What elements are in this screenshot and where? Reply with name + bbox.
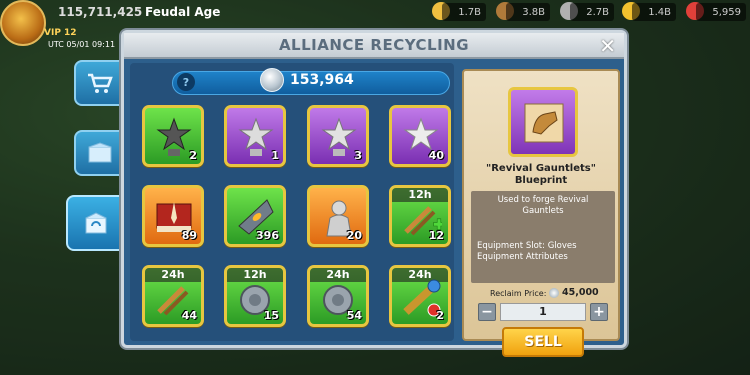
item-count: 40 [428, 149, 444, 162]
item-gem-shard[interactable]: 396 [224, 185, 286, 247]
item-description-box: Used to forge Revival Gauntlets Equipmen… [471, 191, 615, 283]
cart-icon [88, 73, 113, 93]
item-speedup-12h[interactable]: 12h 12 [389, 185, 451, 247]
quantity-stepper: − 1 + [478, 303, 608, 321]
power-value: 115,711,425 [58, 5, 143, 19]
reclaim-price: 45,000 [562, 287, 599, 298]
alliance-recycling-panel: ALLIANCE RECYCLING ✕ ? 153,964 2 1 3 40 … [121, 30, 627, 357]
panel-title: ALLIANCE RECYCLING [278, 36, 470, 54]
item-silver-star[interactable]: 40 [389, 105, 451, 167]
item-count: 1 [271, 149, 279, 162]
top-bar: 115,711,425 Feudal Age VIP 12 UTC 05/01 … [0, 0, 750, 49]
gem-value[interactable]: 5,959 [696, 3, 746, 21]
close-icon[interactable]: ✕ [599, 34, 616, 58]
item-count: 15 [263, 309, 279, 322]
recycle-box-icon [85, 212, 107, 234]
recycling-tab[interactable] [66, 195, 126, 251]
item-dark-star-trophy[interactable]: 2 [142, 105, 204, 167]
blueprint-gauntlet-icon [524, 103, 564, 143]
title-bar: ALLIANCE RECYCLING ✕ [124, 33, 624, 59]
stone-value[interactable]: 2.7B [570, 3, 614, 21]
selected-item-icon [508, 87, 578, 157]
item-count: 12 [428, 229, 444, 242]
silver-coin-icon [549, 288, 559, 298]
item-count: 3 [354, 149, 362, 162]
item-scope-24h[interactable]: 24h 2 [389, 265, 451, 327]
item-silver-star-trophy-2[interactable]: 3 [307, 105, 369, 167]
food-value[interactable]: 1.7B [442, 3, 486, 21]
wood-value[interactable]: 3.8B [506, 3, 550, 21]
item-statue[interactable]: 20 [307, 185, 369, 247]
item-count: 44 [181, 309, 197, 322]
item-description: Used to forge Revival Gauntlets [497, 195, 589, 216]
item-count: 54 [346, 309, 362, 322]
item-detail-panel: "Revival Gauntlets" Blueprint Used to fo… [462, 69, 620, 357]
item-silver-star-trophy[interactable]: 1 [224, 105, 286, 167]
item-count: 396 [256, 229, 279, 242]
quantity-field[interactable]: 1 [500, 303, 586, 321]
item-shield-24h[interactable]: 24h 54 [307, 265, 369, 327]
help-icon[interactable]: ? [177, 73, 195, 91]
item-count: 2 [189, 149, 197, 162]
item-speedup-24h[interactable]: 24h 44 [142, 265, 204, 327]
avatar[interactable] [0, 0, 46, 46]
sell-button[interactable]: SELL [502, 327, 584, 357]
gold-value[interactable]: 1.4B [632, 3, 676, 21]
item-count: 89 [181, 229, 197, 242]
utc-time: UTC 05/01 09:11 [48, 40, 116, 49]
increase-button[interactable]: + [590, 303, 608, 321]
decrease-button[interactable]: − [478, 303, 496, 321]
silver-coin-icon [260, 68, 284, 92]
silver-value: 153,964 [290, 72, 354, 88]
item-attributes: Equipment Slot: Gloves Equipment Attribu… [477, 241, 577, 262]
vip-label: VIP 12 [44, 28, 77, 38]
item-shield-12h[interactable]: 12h 15 [224, 265, 286, 327]
selected-item-name: "Revival Gauntlets" Blueprint [486, 163, 596, 186]
shop-tab[interactable] [74, 60, 126, 106]
item-banner-book[interactable]: 89 [142, 185, 204, 247]
item-count: 2 [436, 309, 444, 322]
box-icon [88, 142, 112, 163]
age-label: Feudal Age [145, 5, 221, 19]
item-count: 20 [346, 229, 362, 242]
mail-tab[interactable] [74, 130, 126, 176]
reclaim-label: Reclaim Price: [490, 289, 547, 298]
